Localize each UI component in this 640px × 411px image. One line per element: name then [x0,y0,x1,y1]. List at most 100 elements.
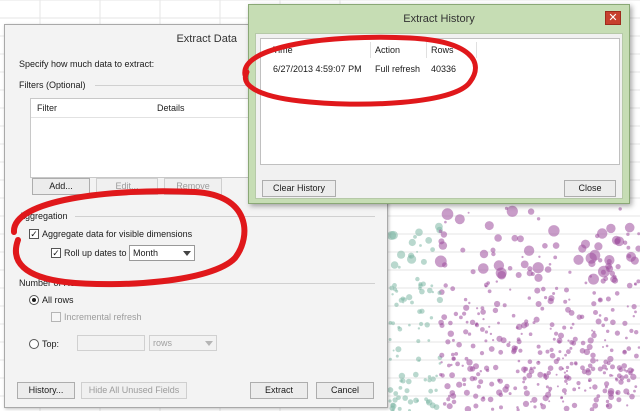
extract-button[interactable]: Extract [250,382,308,399]
scatter-dot [408,252,415,259]
scatter-dot [392,283,397,288]
scatter-dot [513,386,518,391]
remove-filter-button[interactable]: Remove [164,178,222,195]
scatter-dot [397,250,406,259]
all-rows-radio[interactable] [29,295,39,305]
scatter-dot [528,368,535,375]
scatter-dot [400,296,405,301]
scatter-dot [516,337,521,342]
history-row-action[interactable]: Full refresh [371,61,427,77]
scatter-dot [450,286,456,292]
scatter-dot [624,374,629,379]
scatter-dot [474,323,478,327]
scatter-dot [536,383,540,386]
edit-filter-button[interactable]: Edit... [96,178,158,195]
scatter-dot [547,365,554,372]
rows-column-header[interactable]: Rows [427,42,477,58]
rows-group-divider [87,283,375,284]
all-rows-label: All rows [42,295,74,305]
scatter-dot [548,225,560,237]
history-button[interactable]: History... [17,382,75,399]
scatter-dot [543,373,546,376]
aggregation-group-label: Aggregation [19,211,68,221]
scatter-dot [580,365,585,371]
scatter-dot [523,245,535,256]
scatter-dot [602,346,604,348]
top-rows-radio[interactable] [29,339,39,349]
filter-column-header[interactable]: Filter [31,99,151,117]
scatter-dot [607,388,615,395]
scatter-dot [588,273,599,285]
scatter-dot [584,389,587,392]
scatter-dot [626,346,632,351]
scatter-dot [388,338,392,341]
aggregate-visible-checkbox[interactable]: ✓ [29,229,39,239]
scatter-dot [565,369,569,373]
hide-unused-fields-button[interactable]: Hide All Unused Fields [81,382,187,399]
scatter-dot [435,374,438,378]
scatter-dot [557,340,561,344]
scatter-dot [522,376,527,381]
scatter-dot [435,222,443,231]
scatter-dot [459,315,463,320]
scatter-dot [484,365,490,371]
scatter-dot [632,315,635,318]
scatter-dot [554,331,559,336]
scatter-dot [553,255,558,260]
scatter-dot [571,402,578,409]
top-rows-unit-select[interactable]: rows [149,335,217,351]
scatter-dot [439,323,445,328]
close-button[interactable]: Close [564,180,616,197]
top-rows-count-input[interactable] [77,335,145,351]
scatter-dot [595,318,602,325]
scatter-dot [443,283,448,288]
scatter-dot [580,340,586,346]
scatter-dot [389,230,398,240]
action-column-header[interactable]: Action [371,42,427,58]
scatter-dot [630,373,637,380]
scatter-dot [429,316,434,320]
scatter-dot [634,353,639,359]
time-column-header[interactable]: Time [269,42,371,58]
scatter-dot [473,403,479,409]
scatter-dot [488,325,491,328]
scatter-dot [463,304,470,311]
scatter-dot [451,399,457,405]
scatter-dot [606,223,616,234]
scatter-dot [634,282,638,286]
scatter-dot [387,387,394,393]
scatter-dot [436,296,443,304]
scatter-dot [566,349,571,355]
scatter-dot [408,238,416,247]
filters-group-label: Filters (Optional) [19,80,86,90]
rollup-dates-checkbox[interactable]: ✓ [51,248,61,258]
clear-history-button[interactable]: Clear History [262,180,336,197]
scatter-dot [533,405,537,409]
scatter-dot [622,240,628,245]
scatter-dot [480,306,485,310]
rollup-level-select[interactable]: Month [129,245,195,261]
history-table[interactable]: Time Action Rows 6/27/2013 4:59:07 PM Fu… [260,38,620,165]
scatter-dot [437,290,442,295]
scatter-dot [542,243,548,249]
add-filter-button[interactable]: Add... [32,178,90,195]
scatter-dot [622,320,628,326]
scatter-dot [427,339,431,342]
incremental-refresh-checkbox[interactable] [51,312,61,322]
history-dialog-title: Extract History [403,13,475,25]
scatter-dot [494,300,501,308]
scatter-dot [634,310,637,314]
scatter-dot [424,322,430,328]
scatter-dot [549,327,552,330]
scatter-dot [480,396,486,402]
history-row-rows[interactable]: 40336 [427,61,477,77]
scatter-dot [441,208,454,220]
history-row-time[interactable]: 6/27/2013 4:59:07 PM [269,61,371,77]
scatter-dot [461,364,464,367]
close-icon[interactable]: ✕ [605,11,621,25]
scatter-dot [476,372,481,377]
scatter-dot [479,249,489,259]
cancel-button[interactable]: Cancel [316,382,374,399]
scatter-dot [564,353,567,357]
scatter-dot [568,298,571,301]
